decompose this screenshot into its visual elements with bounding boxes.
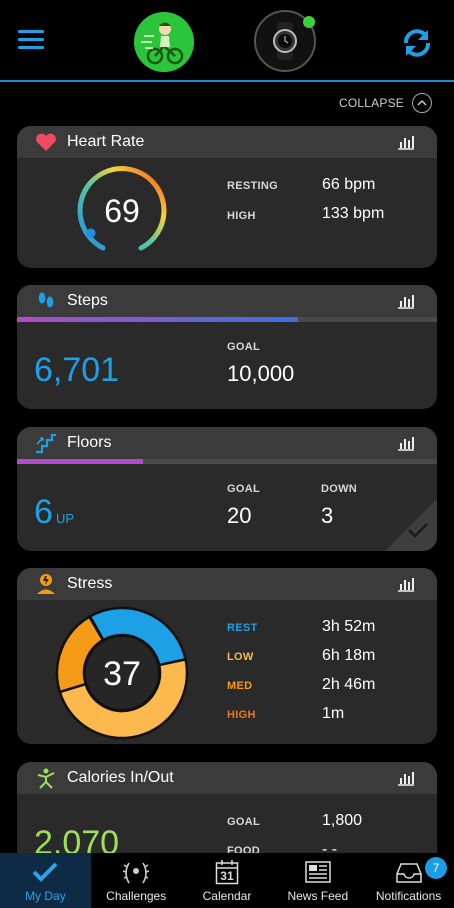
stress-value: 37 (103, 655, 141, 693)
bar-chart-icon[interactable] (397, 293, 415, 309)
heart-rate-value: 69 (104, 193, 140, 229)
stress-donut: 37 (55, 606, 189, 740)
resting-label: RESTING (227, 180, 278, 192)
hamburger-icon[interactable] (18, 30, 44, 52)
nav-label: Calendar (202, 889, 252, 903)
sync-icon[interactable] (400, 26, 434, 60)
steps-value: 6,701 (34, 351, 120, 389)
steps-progress-bar (17, 317, 437, 322)
rest-label: REST (227, 622, 258, 634)
heart-rate-gauge: 69 (75, 166, 169, 260)
collapse-button[interactable]: COLLAPSE (339, 93, 432, 113)
floors-goal-value: 20 (227, 503, 252, 528)
connection-status-dot (303, 16, 315, 28)
steps-title: Steps (67, 292, 108, 309)
nav-notifications[interactable]: Notifications 7 (363, 853, 454, 908)
heart-rate-title: Heart Rate (67, 133, 145, 150)
bar-chart-icon[interactable] (397, 576, 415, 592)
inbox-icon (395, 857, 423, 887)
high-stress-value: 1m (322, 705, 345, 722)
footprints-icon (33, 290, 59, 312)
stress-title: Stress (67, 575, 113, 592)
low-label: LOW (227, 651, 254, 663)
nav-calendar[interactable]: 31 Calendar (182, 853, 273, 908)
bar-chart-icon[interactable] (397, 435, 415, 451)
nav-label: News Feed (287, 889, 349, 903)
med-value: 2h 46m (322, 676, 376, 693)
bar-chart-icon[interactable] (397, 134, 415, 150)
steps-card[interactable]: Steps 6,701 GOAL 10,000 (17, 285, 437, 409)
stress-card[interactable]: Stress 37 REST 3h 52m LOW 6h 18m MED 2h … (17, 568, 437, 744)
nav-label: Challenges (106, 889, 167, 903)
checkmark-icon (31, 857, 59, 887)
stairs-icon (33, 432, 59, 454)
collapse-label: COLLAPSE (339, 96, 404, 110)
calories-goal-label: GOAL (227, 816, 260, 828)
top-bar (0, 0, 454, 82)
cyclist-avatar-icon[interactable] (134, 12, 194, 72)
nav-news-feed[interactable]: News Feed (272, 853, 363, 908)
steps-progress-fill (17, 317, 299, 322)
newspaper-icon (304, 857, 332, 887)
floors-value: 6 (34, 493, 53, 531)
nav-my-day[interactable]: My Day (0, 853, 91, 908)
laurel-icon (121, 857, 151, 887)
floors-unit: UP (56, 511, 75, 526)
rest-value: 3h 52m (322, 618, 376, 635)
steps-goal-value: 10,000 (227, 361, 295, 386)
checkmark-icon (407, 522, 429, 543)
med-label: MED (227, 680, 253, 692)
floors-down-label: DOWN (321, 483, 358, 495)
floors-title: Floors (67, 434, 112, 451)
floors-progress-fill (17, 459, 143, 464)
low-value: 6h 18m (322, 647, 376, 664)
high-value: 133 bpm (322, 205, 385, 222)
calories-header: Calories In/Out (17, 762, 437, 794)
heart-rate-header: Heart Rate (17, 126, 437, 158)
floors-header: Floors (17, 427, 437, 459)
notification-badge: 7 (424, 857, 447, 879)
calendar-icon: 31 (215, 857, 239, 887)
steps-goal-label: GOAL (227, 341, 260, 353)
nav-challenges[interactable]: Challenges (91, 853, 182, 908)
heart-rate-card[interactable]: Heart Rate 69 RESTING 66 bpm HIGH 133 bp… (17, 126, 437, 268)
chevron-up-icon (412, 93, 432, 113)
floors-progress-bar (17, 459, 437, 464)
calories-person-icon (33, 767, 59, 789)
floors-card[interactable]: Floors 6 UP GOAL 20 DOWN 3 (17, 427, 437, 551)
bottom-nav: My Day Challenges 31 Calendar News Feed … (0, 853, 454, 908)
floors-down-value: 3 (321, 503, 334, 528)
calories-title: Calories In/Out (67, 769, 174, 786)
resting-value: 66 bpm (322, 176, 376, 193)
heart-icon (33, 131, 59, 153)
bar-chart-icon[interactable] (397, 770, 415, 786)
stress-person-icon (33, 573, 59, 595)
stress-header: Stress (17, 568, 437, 600)
calendar-day: 31 (220, 869, 234, 883)
nav-label: Notifications (375, 889, 442, 903)
floors-goal-label: GOAL (227, 483, 260, 495)
calories-goal-value: 1,800 (322, 812, 363, 829)
steps-header: Steps (17, 285, 437, 317)
nav-label: My Day (25, 889, 66, 903)
high-label: HIGH (227, 210, 256, 222)
high-stress-label: HIGH (227, 709, 256, 721)
